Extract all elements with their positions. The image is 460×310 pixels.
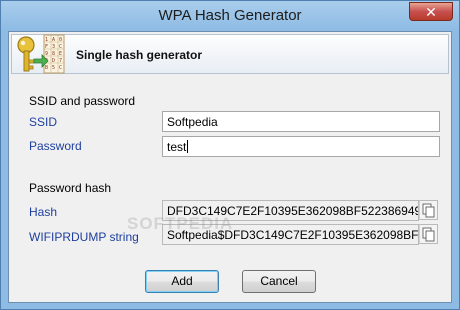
ssid-password-heading: SSID and password bbox=[29, 94, 136, 108]
copy-wifiprdump-button[interactable] bbox=[419, 224, 438, 244]
ssid-input[interactable]: Softpedia bbox=[162, 111, 440, 132]
hash-label: Hash bbox=[29, 205, 58, 219]
ssid-value: Softpedia bbox=[167, 115, 218, 129]
svg-text:0: 0 bbox=[59, 37, 62, 43]
svg-text:9: 9 bbox=[45, 51, 48, 57]
wifiprdump-label: WIFIPRDUMP string bbox=[29, 230, 139, 244]
watermark: SOFTPEDIA bbox=[127, 214, 234, 233]
text-caret bbox=[187, 140, 189, 153]
banner-title: Single hash generator bbox=[76, 48, 203, 62]
password-value: test bbox=[167, 140, 187, 154]
close-button[interactable]: ✕ bbox=[409, 2, 453, 21]
svg-text:F: F bbox=[45, 44, 48, 50]
dialog-client-area: 1A0 F3C 98E 2D7 B5C Single hash generato… bbox=[8, 31, 452, 303]
password-hash-heading: Password hash bbox=[29, 181, 112, 195]
close-icon: ✕ bbox=[425, 4, 437, 20]
header-banner: 1A0 F3C 98E 2D7 B5C Single hash generato… bbox=[11, 34, 449, 74]
svg-text:C: C bbox=[59, 65, 62, 71]
svg-text:7: 7 bbox=[59, 58, 62, 64]
svg-text:B: B bbox=[45, 65, 48, 71]
svg-text:D: D bbox=[52, 58, 55, 64]
cancel-button[interactable]: Cancel bbox=[242, 270, 316, 293]
app-window: WPA Hash Generator ✕ 1A0 F3C 98E 2D7 B5C bbox=[0, 0, 460, 310]
keys-and-hex-grid-icon: 1A0 F3C 98E 2D7 B5C bbox=[17, 34, 65, 74]
ssid-label: SSID bbox=[29, 115, 58, 129]
svg-text:5: 5 bbox=[52, 65, 55, 71]
password-input[interactable]: test bbox=[162, 136, 440, 157]
svg-text:3: 3 bbox=[52, 44, 55, 50]
svg-text:E: E bbox=[59, 51, 62, 57]
svg-text:1: 1 bbox=[45, 37, 48, 43]
copy-icon bbox=[422, 203, 435, 218]
svg-text:C: C bbox=[59, 44, 62, 50]
add-button[interactable]: Add bbox=[145, 270, 219, 293]
copy-icon bbox=[422, 227, 435, 242]
svg-text:A: A bbox=[52, 37, 55, 43]
password-label: Password bbox=[29, 139, 82, 153]
copy-hash-button[interactable] bbox=[419, 200, 438, 220]
svg-text:8: 8 bbox=[52, 51, 55, 57]
window-title: WPA Hash Generator bbox=[158, 7, 302, 24]
title-bar[interactable]: WPA Hash Generator ✕ bbox=[1, 1, 459, 31]
